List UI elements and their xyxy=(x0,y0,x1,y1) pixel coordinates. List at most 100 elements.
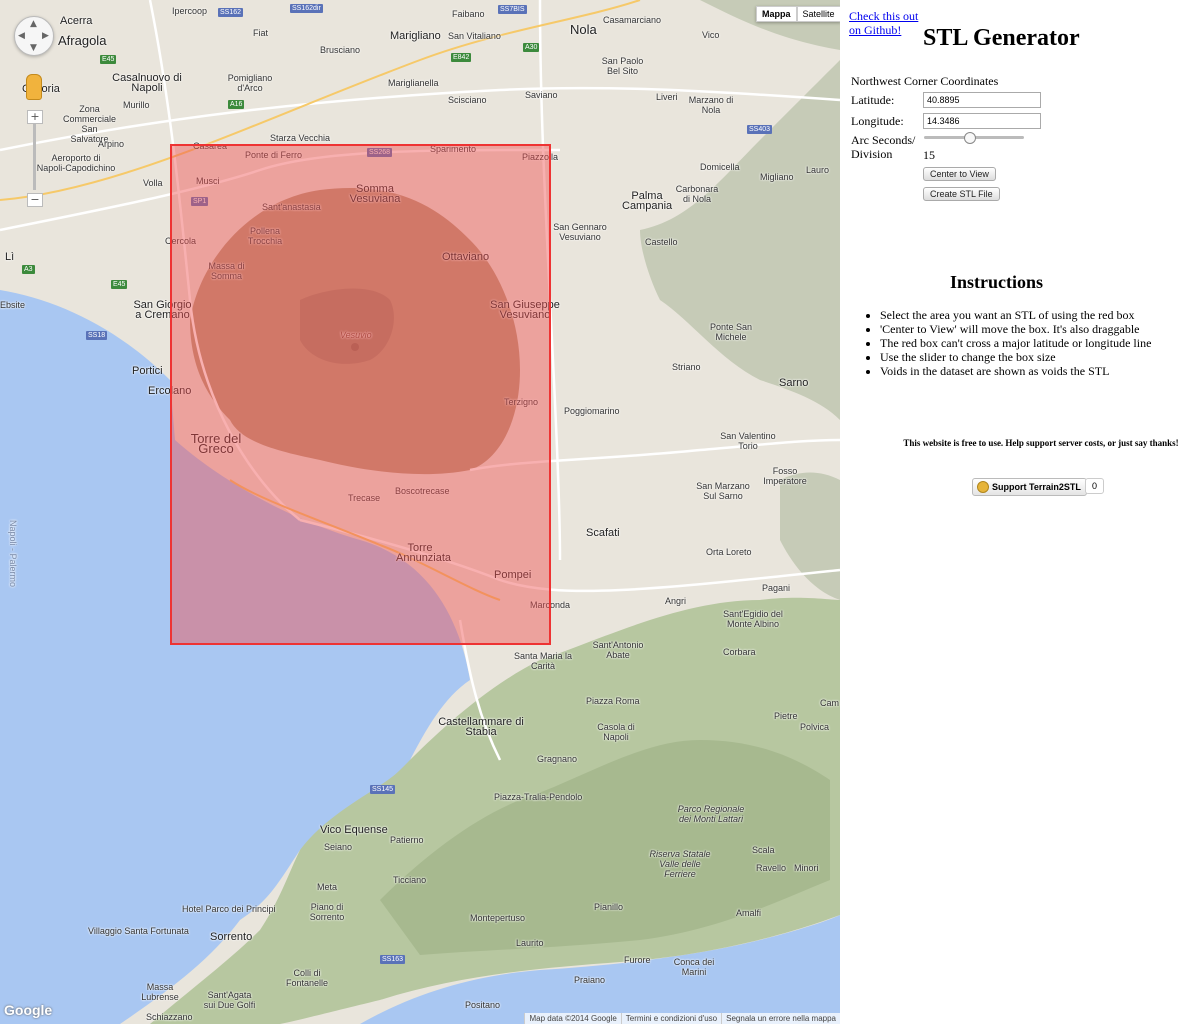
map-place-label: Portici xyxy=(132,365,163,377)
map-place-label: San Gennaro Vesuviano xyxy=(553,222,607,242)
map-place-label: Ipercoop xyxy=(172,6,208,16)
create-stl-button[interactable]: Create STL File xyxy=(923,187,1000,201)
road-shield: E842 xyxy=(451,53,472,62)
map-place-label: Liveri xyxy=(656,92,678,102)
map-place-label: Casamarciano xyxy=(603,15,662,25)
latitude-label: Latitude: xyxy=(851,93,895,107)
map-type-control: Mappa Satellite xyxy=(756,6,840,22)
map-type-satellite[interactable]: Satellite xyxy=(796,6,840,22)
road-shield: E45 xyxy=(111,280,128,289)
pegman-icon[interactable] xyxy=(26,74,42,100)
map-place-label: Lauro xyxy=(806,165,830,175)
map-place-label: Casalnuovo di Napoli xyxy=(112,72,182,94)
instruction-item: Voids in the dataset are shown as voids … xyxy=(880,364,1170,378)
zoom-slider-track[interactable] xyxy=(33,124,36,190)
map-type-mappa[interactable]: Mappa xyxy=(756,6,797,22)
map-place-label: Murillo xyxy=(123,100,150,110)
terms-link[interactable]: Termini e condizioni d'uso xyxy=(620,1013,722,1024)
map-place-label: Marzano di Nola xyxy=(688,95,734,115)
map-place-label: Mariglianella xyxy=(388,78,439,88)
github-link[interactable]: Check this out on Github! xyxy=(849,9,929,37)
arc-seconds-value: 15 xyxy=(923,148,935,162)
pan-up-icon[interactable]: ▲ xyxy=(30,19,37,29)
map-place-label: Zona Commerciale San Salvatore xyxy=(62,104,116,144)
map-place-label: Striano xyxy=(672,362,701,372)
map-place-label: Sarno xyxy=(779,377,809,389)
map-place-label: Piano di Sorrento xyxy=(309,902,345,922)
map-place-label: Scala xyxy=(752,845,775,855)
map-place-label: Afragola xyxy=(58,33,107,48)
coin-icon xyxy=(977,481,989,493)
instruction-item: Use the slider to change the box size xyxy=(880,350,1170,364)
control-panel: Check this out on Github! STL Generator … xyxy=(841,0,1200,1024)
instruction-item: The red box can't cross a major latitude… xyxy=(880,336,1170,350)
map-place-label: Marigliano xyxy=(390,30,441,42)
selection-box[interactable] xyxy=(170,144,551,645)
support-button-label: Support Terrain2STL xyxy=(992,482,1081,492)
map-place-label: Castellammare di Stabia xyxy=(438,716,524,738)
pan-down-icon[interactable]: ▼ xyxy=(30,43,37,53)
longitude-label: Longitude: xyxy=(851,114,904,128)
map-place-label: Angri xyxy=(665,596,687,606)
map-place-label: Polvica xyxy=(800,722,830,732)
map-place-label: Piazza Roma xyxy=(586,696,640,706)
map-place-label: Sant'Antonio Abate xyxy=(592,640,644,660)
map-place-label: Vico xyxy=(702,30,720,40)
instruction-item: Select the area you want an STL of using… xyxy=(880,308,1170,322)
map-place-label: San Valentino Torio xyxy=(720,431,776,451)
map-place-label: Montepertuso xyxy=(470,913,526,923)
map-place-label: Amalfi xyxy=(736,908,762,918)
instructions-list: Select the area you want an STL of using… xyxy=(866,308,1170,378)
road-shield: E45 xyxy=(100,55,117,64)
page-title: STL Generator xyxy=(923,25,1080,51)
instruction-item: 'Center to View' will move the box. It's… xyxy=(880,322,1170,336)
zoom-in-button[interactable]: + xyxy=(27,110,43,124)
map-place-label: Starza Vecchia xyxy=(270,133,331,143)
road-shield: A3 xyxy=(22,265,35,274)
pan-left-icon[interactable]: ◀ xyxy=(18,31,25,41)
slider-thumb[interactable] xyxy=(964,132,976,144)
map-place-label: Pagani xyxy=(762,583,791,593)
map-place-label: San Paolo Bel Sito xyxy=(601,56,644,76)
arc-seconds-slider[interactable] xyxy=(924,132,1024,144)
map-place-label: San Marzano Sul Sarno xyxy=(696,481,750,501)
map-place-label: Aeroporto di Napoli-Capodichino xyxy=(36,153,116,173)
map-place-label: Scisciano xyxy=(448,95,487,105)
map-place-label: Schiazzano xyxy=(146,1012,193,1022)
map-place-label: Domicella xyxy=(700,162,740,172)
map-place-label: Riserva Statale Valle delle Ferriere xyxy=(649,849,711,879)
road-shield: SS163 xyxy=(380,955,406,964)
google-logo: Google xyxy=(4,1002,53,1018)
map-place-label: Cam xyxy=(820,698,840,708)
road-shield: A30 xyxy=(523,43,540,52)
map-place-label: Minori xyxy=(794,863,819,873)
map-place-label: Piazza-Tralia-Pendolo xyxy=(494,792,583,802)
zoom-out-button[interactable]: − xyxy=(27,193,43,207)
center-to-view-button[interactable]: Center to View xyxy=(923,167,996,181)
map-place-label: Hotel Parco dei Principi xyxy=(182,904,276,914)
map-place-label: Volla xyxy=(143,178,163,188)
map-place-label: Fiat xyxy=(253,28,269,38)
pan-right-icon[interactable]: ▶ xyxy=(42,31,49,41)
map-place-label: Sant'Agata sui Due Golfi xyxy=(203,990,256,1010)
support-count: 0 xyxy=(1085,478,1105,494)
support-text: This website is free to use. Help suppor… xyxy=(903,438,1179,448)
report-error-link[interactable]: Segnala un errore nella mappa xyxy=(721,1013,840,1024)
support-button[interactable]: Support Terrain2STL xyxy=(972,478,1087,496)
map-place-label: Castello xyxy=(645,237,678,247)
road-shield: SS145 xyxy=(370,785,396,794)
longitude-input[interactable] xyxy=(923,113,1041,129)
latitude-input[interactable] xyxy=(923,92,1041,108)
map-place-label: Nola xyxy=(570,22,597,37)
map-place-label: Massa Lubrense xyxy=(141,982,179,1002)
map-place-label: Seiano xyxy=(324,842,353,852)
map-place-label: Palma Campania xyxy=(622,190,673,212)
road-shield: SS162dir xyxy=(290,4,323,13)
map-place-label: Corbara xyxy=(723,647,756,657)
map[interactable]: Ipercoop Fiat Faibano Marigliano Nola Ca… xyxy=(0,0,840,1024)
map-place-label: Meta xyxy=(317,882,338,892)
map-attribution: Map data ©2014 Google Termini e condizio… xyxy=(524,1013,840,1024)
map-place-label: Ebsite xyxy=(0,300,26,310)
pan-control[interactable]: ▲ ▼ ◀ ▶ xyxy=(14,16,54,56)
map-place-label: Laurito xyxy=(516,938,544,948)
